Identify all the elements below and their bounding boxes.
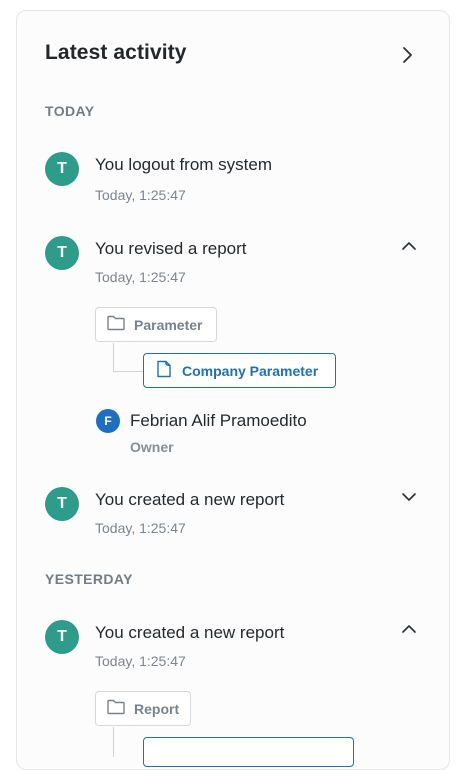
folder-chip-label: Report (134, 700, 180, 717)
activity-title: You logout from system (95, 155, 273, 174)
chevron-up-icon[interactable] (399, 619, 419, 639)
activity-time: Today, 1:25:47 (95, 520, 186, 536)
file-chip-partial[interactable] (143, 737, 354, 767)
avatar: T (45, 487, 79, 521)
folder-chip-report[interactable]: Report (95, 691, 191, 726)
activity-title: You created a new report (95, 490, 285, 509)
file-chip-company-parameter[interactable]: Company Parameter (143, 353, 336, 388)
latest-activity-card (16, 10, 450, 770)
card-title: Latest activity (45, 41, 187, 64)
activity-time: Today, 1:25:47 (95, 269, 186, 285)
section-yesterday: YESTERDAY (45, 571, 133, 587)
avatar: T (45, 236, 79, 270)
chevron-down-icon[interactable] (399, 487, 419, 507)
avatar: T (45, 152, 79, 186)
owner-avatar: F (96, 409, 120, 433)
folder-chip-parameter[interactable]: Parameter (95, 307, 217, 342)
chevron-up-icon[interactable] (399, 236, 419, 256)
avatar: T (45, 620, 79, 654)
folder-chip-label: Parameter (134, 316, 203, 333)
chevron-right-icon[interactable] (396, 44, 418, 66)
activity-time: Today, 1:25:47 (95, 187, 186, 203)
owner-role: Owner (130, 439, 174, 455)
file-icon (154, 359, 182, 382)
folder-icon (106, 314, 134, 335)
owner-name: Febrian Alif Pramoedito (130, 411, 307, 430)
tree-connector (113, 343, 143, 372)
activity-title: You created a new report (95, 623, 285, 642)
activity-title: You revised a report (95, 239, 247, 258)
file-chip-label: Company Parameter (182, 362, 319, 379)
activity-time: Today, 1:25:47 (95, 653, 186, 669)
tree-connector (113, 727, 114, 757)
folder-icon (106, 698, 134, 719)
section-today: TODAY (45, 103, 95, 119)
